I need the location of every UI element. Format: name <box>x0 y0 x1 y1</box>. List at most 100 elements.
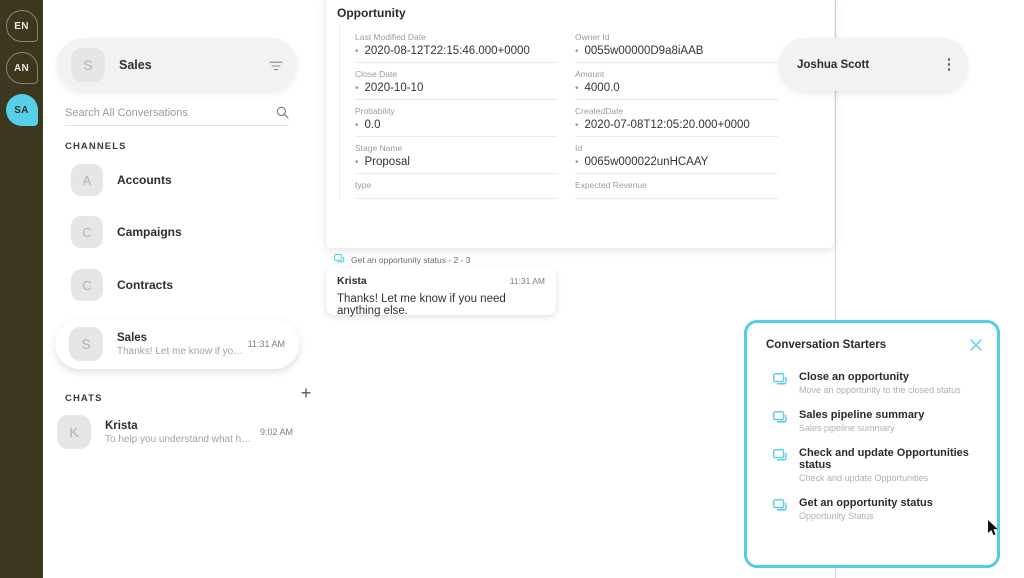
starter-item-get-an-opportunity-status[interactable]: Get an opportunity status Opportunity St… <box>773 497 987 521</box>
opportunity-fields-grid: Last Modified Date • 2020-08-12T22:15:46.… <box>339 26 821 199</box>
list-item-krista[interactable]: K Krista To help you understand what hap… <box>57 410 307 454</box>
rail-avatar-an[interactable]: AN <box>5 52 38 84</box>
field-value: 2020-10-10 <box>364 82 424 94</box>
starter-item-sales-pipeline-summary[interactable]: Sales pipeline summary Sales pipeline su… <box>773 409 987 433</box>
field-id: Id • 0065w000022unHCAAY <box>575 137 778 174</box>
message-header: Krista 11:31 AM <box>337 275 545 287</box>
starter-item-close-an-opportunity[interactable]: Close an opportunity Move an opportunity… <box>773 371 987 395</box>
conversation-time: 11:31 AM <box>247 339 285 349</box>
field-value: Proposal <box>364 156 410 168</box>
starter-subtitle: Check and update Opportunities <box>799 473 929 483</box>
sidebar-item-label: Campaigns <box>117 225 182 239</box>
rail-avatar-en[interactable]: EN <box>5 10 38 42</box>
sidebar-item-label: Contracts <box>117 278 174 292</box>
field-label: Probability <box>355 106 395 116</box>
sidebar: S Sales CHANNELS A Accounts <box>43 0 326 578</box>
app-rail: EN AN SA <box>0 0 43 578</box>
starter-subtitle: Opportunity Status <box>799 511 874 521</box>
person-name: Joshua Scott <box>797 58 870 71</box>
avatar: K <box>57 415 91 449</box>
mouse-cursor <box>988 520 1000 538</box>
starter-subtitle: Move an opportunity to the closed status <box>799 385 961 395</box>
search-icon[interactable] <box>276 106 289 119</box>
field-value-wrap: • 0065w000022unHCAAY <box>575 156 778 168</box>
chat-preview: To help you understand what happ... <box>105 433 255 445</box>
sidebar-item-accounts[interactable]: A Accounts <box>57 158 297 202</box>
field-label: type <box>355 180 372 190</box>
avatar-letter: S <box>83 56 93 73</box>
avatar: C <box>71 269 103 301</box>
message-text: Thanks! Let me know if you need anything… <box>337 293 506 317</box>
chat-bubbles-icon <box>334 254 345 266</box>
field-expected-revenue: Expected Revenue <box>575 174 778 199</box>
field-last-modified-date: Last Modified Date • 2020-08-12T22:15:46.… <box>355 26 558 63</box>
chat-bubbles-icon <box>773 373 788 388</box>
field-value-wrap: • 2020-10-10 <box>355 82 558 94</box>
field-label: Last Modified Date <box>355 32 426 42</box>
message-time: 11:31 AM <box>509 276 545 286</box>
funnel-icon[interactable] <box>269 59 283 71</box>
close-icon[interactable] <box>969 338 983 352</box>
conversation-starters-header: Conversation Starters <box>766 338 983 352</box>
field-label: Owner Id <box>575 32 610 42</box>
avatar: C <box>71 216 103 248</box>
opportunity-card-title: Opportunity <box>337 6 406 20</box>
field-owner-id: Owner Id • 0055w00000D9a8iAAB <box>575 26 778 63</box>
sidebar-header-card[interactable]: S Sales <box>57 38 297 91</box>
starter-item-check-and-update-opportunities-status[interactable]: Check and update Opportunities status Ch… <box>773 447 987 483</box>
field-label: CreatedDate <box>575 106 624 116</box>
bullet-icon: • <box>575 83 579 94</box>
field-type: type <box>355 174 558 199</box>
avatar: S <box>71 47 105 82</box>
rail-avatar-sa-active[interactable]: SA <box>5 94 38 126</box>
field-value-wrap: • 0055w00000D9a8iAAB <box>575 45 778 57</box>
bullet-icon: • <box>355 46 359 57</box>
conversation-starters-list: Close an opportunity Move an opportunity… <box>773 371 987 535</box>
starter-text: Sales pipeline summary Sales pipeline su… <box>799 409 924 433</box>
sidebar-item-sales-active[interactable]: S Sales Thanks! Let me know if you need … <box>55 319 299 369</box>
kebab-menu-icon[interactable] <box>947 58 950 71</box>
field-value: 0065w000022unHCAAY <box>584 156 709 168</box>
plus-icon[interactable]: + <box>298 384 314 402</box>
field-value: 2020-08-12T22:15:46.000+0000 <box>364 45 530 57</box>
field-value-wrap: • 2020-08-12T22:15:46.000+0000 <box>355 45 558 57</box>
field-value: 0055w00000D9a8iAAB <box>584 45 704 57</box>
conversation-preview: Thanks! Let me know if you need ... <box>117 345 248 357</box>
field-amount: Amount • 4000.0 <box>575 63 778 100</box>
field-label: Id <box>575 143 583 153</box>
field-close-date: Close Date • 2020-10-10 <box>355 63 558 100</box>
chat-bubbles-icon <box>773 449 788 464</box>
conversation-starters-panel: Conversation Starters Close an opportuni… <box>744 320 1000 568</box>
field-value-wrap: • 0.0 <box>355 119 558 131</box>
bullet-icon: • <box>355 120 359 131</box>
chats-section-label: CHATS <box>65 393 103 404</box>
app-window: EN AN SA S Sales Search All Conversation… <box>0 0 1024 578</box>
starter-title: Check and update Opportunities status <box>799 447 969 471</box>
opportunity-left-column: Last Modified Date • 2020-08-12T22:15:46.… <box>355 26 558 199</box>
bullet-icon: • <box>355 157 359 168</box>
sidebar-item-label: Accounts <box>117 173 172 187</box>
field-probability: Probability • 0.0 <box>355 100 558 137</box>
bullet-icon: • <box>575 157 579 168</box>
message-author: Krista <box>337 275 367 287</box>
starter-title: Sales pipeline summary <box>799 409 925 421</box>
avatar-letter: K <box>69 424 79 440</box>
rail-avatar-label: AN <box>13 62 30 74</box>
conversation-starters-title: Conversation Starters <box>766 339 887 351</box>
starter-title: Get an opportunity status <box>799 497 933 509</box>
starter-text: Close an opportunity Move an opportunity… <box>799 371 961 395</box>
avatar: S <box>69 327 103 361</box>
field-value: 0.0 <box>364 119 381 131</box>
bullet-icon: • <box>575 46 579 57</box>
sidebar-item-contracts[interactable]: C Contracts <box>57 263 297 307</box>
chat-bubbles-icon <box>773 411 788 426</box>
search-bar[interactable] <box>65 106 289 126</box>
chat-title: Krista <box>105 419 138 432</box>
person-card[interactable]: Joshua Scott <box>779 38 968 91</box>
avatar: A <box>71 164 103 196</box>
avatar-letter: A <box>82 172 92 188</box>
field-label: Stage Name <box>355 143 403 153</box>
search-input[interactable] <box>65 106 276 119</box>
sidebar-item-campaigns[interactable]: C Campaigns <box>57 210 297 254</box>
starter-text: Check and update Opportunities status Ch… <box>799 447 987 483</box>
